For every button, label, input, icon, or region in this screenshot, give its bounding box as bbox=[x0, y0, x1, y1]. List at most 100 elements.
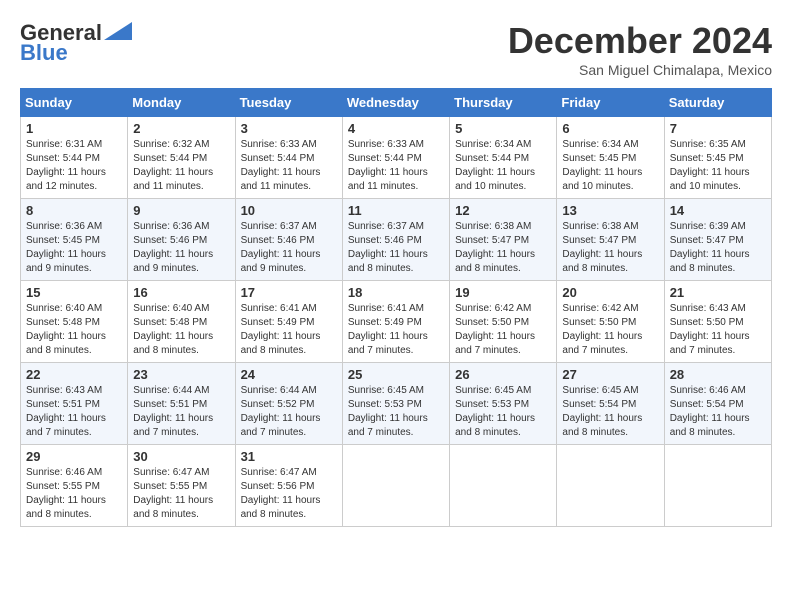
day-info: Sunrise: 6:44 AM Sunset: 5:51 PM Dayligh… bbox=[133, 384, 229, 440]
day-cell: 28 Sunrise: 6:46 AM Sunset: 5:54 PM Dayl… bbox=[664, 363, 771, 445]
day-number: 12 bbox=[455, 203, 551, 218]
day-cell: 16 Sunrise: 6:40 AM Sunset: 5:48 PM Dayl… bbox=[128, 281, 235, 363]
day-number: 11 bbox=[348, 203, 444, 218]
day-info: Sunrise: 6:37 AM Sunset: 5:46 PM Dayligh… bbox=[348, 220, 444, 276]
day-info: Sunrise: 6:31 AM Sunset: 5:44 PM Dayligh… bbox=[26, 138, 122, 194]
day-number: 6 bbox=[562, 121, 658, 136]
day-number: 29 bbox=[26, 449, 122, 464]
day-info: Sunrise: 6:43 AM Sunset: 5:51 PM Dayligh… bbox=[26, 384, 122, 440]
day-cell: 14 Sunrise: 6:39 AM Sunset: 5:47 PM Dayl… bbox=[664, 199, 771, 281]
day-number: 16 bbox=[133, 285, 229, 300]
day-cell: 4 Sunrise: 6:33 AM Sunset: 5:44 PM Dayli… bbox=[342, 117, 449, 199]
day-cell: 24 Sunrise: 6:44 AM Sunset: 5:52 PM Dayl… bbox=[235, 363, 342, 445]
day-cell: 12 Sunrise: 6:38 AM Sunset: 5:47 PM Dayl… bbox=[450, 199, 557, 281]
day-info: Sunrise: 6:32 AM Sunset: 5:44 PM Dayligh… bbox=[133, 138, 229, 194]
day-number: 25 bbox=[348, 367, 444, 382]
day-cell: 8 Sunrise: 6:36 AM Sunset: 5:45 PM Dayli… bbox=[21, 199, 128, 281]
week-row-1: 1 Sunrise: 6:31 AM Sunset: 5:44 PM Dayli… bbox=[21, 117, 772, 199]
day-info: Sunrise: 6:46 AM Sunset: 5:54 PM Dayligh… bbox=[670, 384, 766, 440]
week-row-2: 8 Sunrise: 6:36 AM Sunset: 5:45 PM Dayli… bbox=[21, 199, 772, 281]
day-info: Sunrise: 6:39 AM Sunset: 5:47 PM Dayligh… bbox=[670, 220, 766, 276]
day-cell: 23 Sunrise: 6:44 AM Sunset: 5:51 PM Dayl… bbox=[128, 363, 235, 445]
day-info: Sunrise: 6:45 AM Sunset: 5:53 PM Dayligh… bbox=[455, 384, 551, 440]
day-cell: 5 Sunrise: 6:34 AM Sunset: 5:44 PM Dayli… bbox=[450, 117, 557, 199]
day-info: Sunrise: 6:45 AM Sunset: 5:53 PM Dayligh… bbox=[348, 384, 444, 440]
day-number: 17 bbox=[241, 285, 337, 300]
day-info: Sunrise: 6:33 AM Sunset: 5:44 PM Dayligh… bbox=[241, 138, 337, 194]
day-number: 28 bbox=[670, 367, 766, 382]
header-day-tuesday: Tuesday bbox=[235, 89, 342, 117]
day-cell: 20 Sunrise: 6:42 AM Sunset: 5:50 PM Dayl… bbox=[557, 281, 664, 363]
header-day-monday: Monday bbox=[128, 89, 235, 117]
day-info: Sunrise: 6:38 AM Sunset: 5:47 PM Dayligh… bbox=[562, 220, 658, 276]
day-number: 30 bbox=[133, 449, 229, 464]
day-cell bbox=[342, 445, 449, 527]
logo-icon bbox=[104, 22, 132, 45]
location: San Miguel Chimalapa, Mexico bbox=[508, 62, 772, 78]
day-info: Sunrise: 6:34 AM Sunset: 5:44 PM Dayligh… bbox=[455, 138, 551, 194]
day-cell: 13 Sunrise: 6:38 AM Sunset: 5:47 PM Dayl… bbox=[557, 199, 664, 281]
page-header: General Blue December 2024 San Miguel Ch… bbox=[20, 20, 772, 78]
day-info: Sunrise: 6:44 AM Sunset: 5:52 PM Dayligh… bbox=[241, 384, 337, 440]
day-number: 20 bbox=[562, 285, 658, 300]
day-cell: 15 Sunrise: 6:40 AM Sunset: 5:48 PM Dayl… bbox=[21, 281, 128, 363]
day-cell: 27 Sunrise: 6:45 AM Sunset: 5:54 PM Dayl… bbox=[557, 363, 664, 445]
logo-blue-text: Blue bbox=[20, 40, 68, 66]
day-number: 2 bbox=[133, 121, 229, 136]
day-cell: 10 Sunrise: 6:37 AM Sunset: 5:46 PM Dayl… bbox=[235, 199, 342, 281]
day-info: Sunrise: 6:41 AM Sunset: 5:49 PM Dayligh… bbox=[348, 302, 444, 358]
day-number: 10 bbox=[241, 203, 337, 218]
day-number: 18 bbox=[348, 285, 444, 300]
day-info: Sunrise: 6:46 AM Sunset: 5:55 PM Dayligh… bbox=[26, 466, 122, 522]
day-number: 1 bbox=[26, 121, 122, 136]
day-cell: 19 Sunrise: 6:42 AM Sunset: 5:50 PM Dayl… bbox=[450, 281, 557, 363]
day-cell: 2 Sunrise: 6:32 AM Sunset: 5:44 PM Dayli… bbox=[128, 117, 235, 199]
day-number: 5 bbox=[455, 121, 551, 136]
day-number: 27 bbox=[562, 367, 658, 382]
week-row-5: 29 Sunrise: 6:46 AM Sunset: 5:55 PM Dayl… bbox=[21, 445, 772, 527]
day-cell: 9 Sunrise: 6:36 AM Sunset: 5:46 PM Dayli… bbox=[128, 199, 235, 281]
day-number: 14 bbox=[670, 203, 766, 218]
day-cell: 6 Sunrise: 6:34 AM Sunset: 5:45 PM Dayli… bbox=[557, 117, 664, 199]
day-cell: 18 Sunrise: 6:41 AM Sunset: 5:49 PM Dayl… bbox=[342, 281, 449, 363]
week-row-3: 15 Sunrise: 6:40 AM Sunset: 5:48 PM Dayl… bbox=[21, 281, 772, 363]
day-info: Sunrise: 6:40 AM Sunset: 5:48 PM Dayligh… bbox=[133, 302, 229, 358]
day-number: 13 bbox=[562, 203, 658, 218]
day-number: 7 bbox=[670, 121, 766, 136]
day-info: Sunrise: 6:35 AM Sunset: 5:45 PM Dayligh… bbox=[670, 138, 766, 194]
day-cell: 7 Sunrise: 6:35 AM Sunset: 5:45 PM Dayli… bbox=[664, 117, 771, 199]
day-info: Sunrise: 6:41 AM Sunset: 5:49 PM Dayligh… bbox=[241, 302, 337, 358]
day-number: 15 bbox=[26, 285, 122, 300]
header-day-saturday: Saturday bbox=[664, 89, 771, 117]
day-number: 3 bbox=[241, 121, 337, 136]
day-info: Sunrise: 6:43 AM Sunset: 5:50 PM Dayligh… bbox=[670, 302, 766, 358]
day-info: Sunrise: 6:38 AM Sunset: 5:47 PM Dayligh… bbox=[455, 220, 551, 276]
day-cell bbox=[450, 445, 557, 527]
day-cell: 3 Sunrise: 6:33 AM Sunset: 5:44 PM Dayli… bbox=[235, 117, 342, 199]
day-info: Sunrise: 6:42 AM Sunset: 5:50 PM Dayligh… bbox=[562, 302, 658, 358]
day-info: Sunrise: 6:36 AM Sunset: 5:46 PM Dayligh… bbox=[133, 220, 229, 276]
header-day-thursday: Thursday bbox=[450, 89, 557, 117]
header-day-sunday: Sunday bbox=[21, 89, 128, 117]
day-info: Sunrise: 6:42 AM Sunset: 5:50 PM Dayligh… bbox=[455, 302, 551, 358]
day-cell bbox=[664, 445, 771, 527]
day-number: 19 bbox=[455, 285, 551, 300]
day-number: 23 bbox=[133, 367, 229, 382]
title-area: December 2024 San Miguel Chimalapa, Mexi… bbox=[508, 20, 772, 78]
day-info: Sunrise: 6:40 AM Sunset: 5:48 PM Dayligh… bbox=[26, 302, 122, 358]
day-cell: 30 Sunrise: 6:47 AM Sunset: 5:55 PM Dayl… bbox=[128, 445, 235, 527]
day-number: 31 bbox=[241, 449, 337, 464]
day-info: Sunrise: 6:47 AM Sunset: 5:56 PM Dayligh… bbox=[241, 466, 337, 522]
day-cell: 21 Sunrise: 6:43 AM Sunset: 5:50 PM Dayl… bbox=[664, 281, 771, 363]
day-info: Sunrise: 6:37 AM Sunset: 5:46 PM Dayligh… bbox=[241, 220, 337, 276]
day-number: 21 bbox=[670, 285, 766, 300]
day-cell: 31 Sunrise: 6:47 AM Sunset: 5:56 PM Dayl… bbox=[235, 445, 342, 527]
day-cell: 25 Sunrise: 6:45 AM Sunset: 5:53 PM Dayl… bbox=[342, 363, 449, 445]
day-cell bbox=[557, 445, 664, 527]
day-info: Sunrise: 6:47 AM Sunset: 5:55 PM Dayligh… bbox=[133, 466, 229, 522]
day-cell: 1 Sunrise: 6:31 AM Sunset: 5:44 PM Dayli… bbox=[21, 117, 128, 199]
header-day-friday: Friday bbox=[557, 89, 664, 117]
day-info: Sunrise: 6:34 AM Sunset: 5:45 PM Dayligh… bbox=[562, 138, 658, 194]
day-cell: 11 Sunrise: 6:37 AM Sunset: 5:46 PM Dayl… bbox=[342, 199, 449, 281]
day-cell: 29 Sunrise: 6:46 AM Sunset: 5:55 PM Dayl… bbox=[21, 445, 128, 527]
